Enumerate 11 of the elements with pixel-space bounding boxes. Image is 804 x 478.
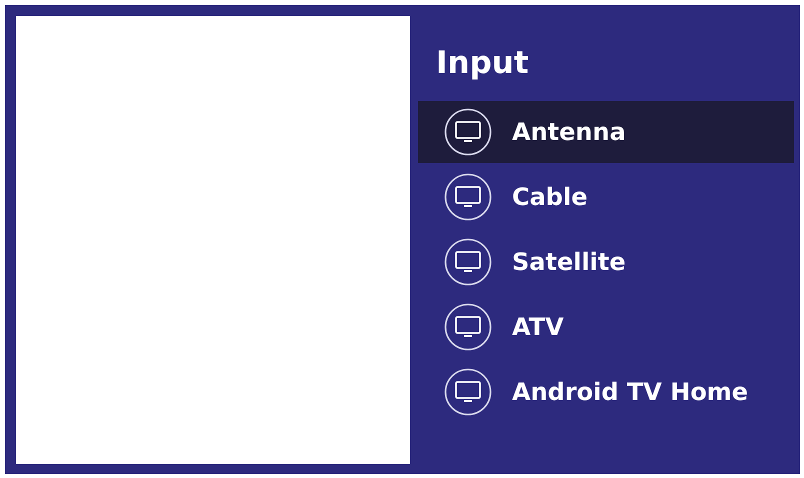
tv-icon: [444, 173, 492, 221]
tv-icon: [444, 368, 492, 416]
tv-icon: [444, 108, 492, 156]
input-item[interactable]: Cable: [418, 166, 794, 228]
input-item[interactable]: ATV: [418, 296, 794, 358]
menu-title: Input: [436, 44, 529, 83]
input-item[interactable]: Android TV Home: [418, 361, 794, 423]
input-item[interactable]: Antenna: [418, 101, 794, 163]
tv-icon: [444, 238, 492, 286]
input-item[interactable]: Satellite: [418, 231, 794, 293]
tv-icon: [444, 303, 492, 351]
